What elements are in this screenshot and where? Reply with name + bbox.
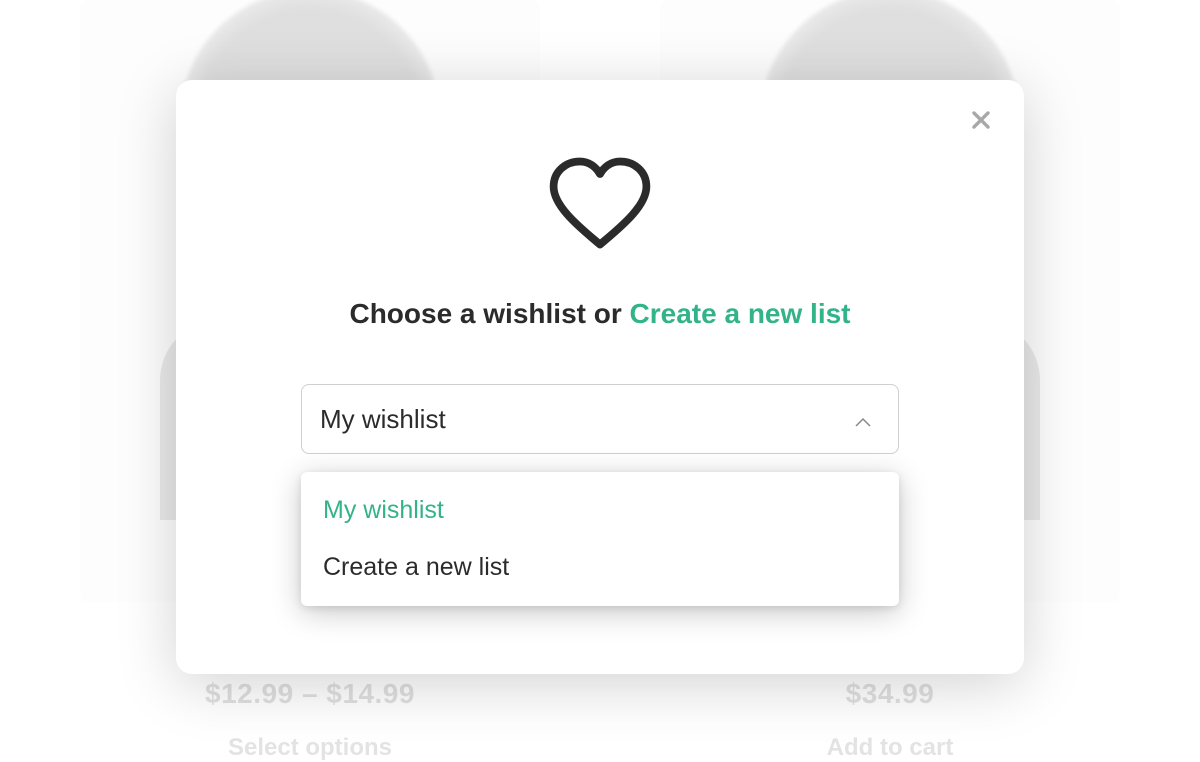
close-icon (971, 105, 991, 137)
modal-heading: Choose a wishlist or Create a new list (176, 298, 1024, 330)
heart-icon (542, 154, 658, 254)
wishlist-select-value: My wishlist (320, 404, 446, 435)
wishlist-dropdown: My wishlist Create a new list (301, 472, 899, 606)
close-button[interactable] (966, 106, 996, 136)
chevron-up-icon (854, 404, 872, 435)
create-new-list-link[interactable]: Create a new list (630, 298, 851, 329)
modal-heading-text: Choose a wishlist or (349, 298, 629, 329)
dropdown-option-create-new[interactable]: Create a new list (301, 539, 899, 596)
dropdown-option-my-wishlist[interactable]: My wishlist (301, 482, 899, 539)
wishlist-select[interactable]: My wishlist (301, 384, 899, 454)
wishlist-modal: Choose a wishlist or Create a new list M… (176, 80, 1024, 674)
